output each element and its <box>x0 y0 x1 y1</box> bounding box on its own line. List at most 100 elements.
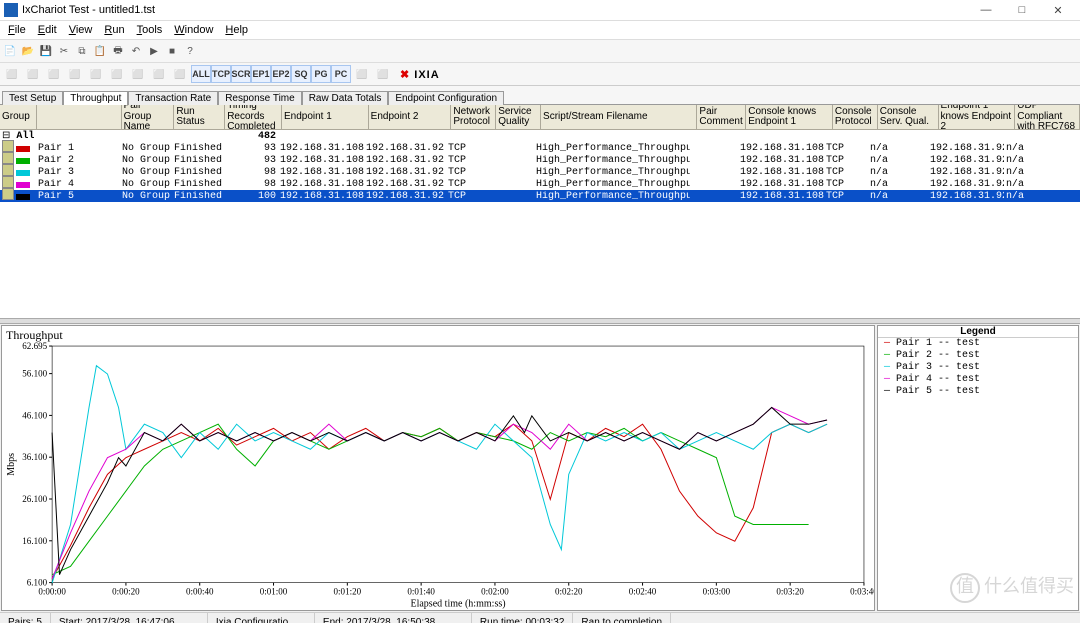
bottom-pane: Throughput 6.10016.10026.10036.10046.100… <box>0 324 1080 612</box>
table-row[interactable]: Pair 2No GroupFinished93192.168.31.10819… <box>0 154 1080 166</box>
status-start: Start: 2017/3/28, 16:47:06 <box>51 613 208 623</box>
table-row[interactable]: Pair 5No GroupFinished100192.168.31.1081… <box>0 190 1080 202</box>
svg-text:0:00:40: 0:00:40 <box>186 587 214 597</box>
legend-title: Legend <box>878 326 1078 338</box>
chart-area[interactable]: Throughput 6.10016.10026.10036.10046.100… <box>1 325 875 611</box>
tool-icon[interactable]: ⬜ <box>373 65 393 83</box>
filter-ep2[interactable]: EP2 <box>271 65 291 83</box>
tool-icon[interactable]: ⬜ <box>44 65 64 83</box>
tool-icon[interactable]: ⬜ <box>170 65 190 83</box>
toolbar-primary: 📄 📂 💾 ✂ ⧉ 📋 🖶 ↶ ▶ ■ ? <box>0 40 1080 63</box>
help-icon[interactable]: ? <box>182 43 198 59</box>
svg-text:0:01:00: 0:01:00 <box>260 587 288 597</box>
tab-raw-data-totals[interactable]: Raw Data Totals <box>302 91 389 105</box>
tool-icon[interactable]: ⬜ <box>23 65 43 83</box>
legend-item: — Pair 2 -- test <box>878 350 1078 362</box>
table-row[interactable]: Pair 1No GroupFinished93192.168.31.10819… <box>0 142 1080 154</box>
col-blank[interactable] <box>37 105 122 129</box>
col-udp[interactable]: UDP Compliant with RFC768 <box>1015 105 1080 129</box>
tool-icon[interactable]: ⬜ <box>149 65 169 83</box>
tab-endpoint-configuration[interactable]: Endpoint Configuration <box>388 91 504 105</box>
col-pairgroup[interactable]: Pair Group Name <box>122 105 175 129</box>
col-ep1[interactable]: Endpoint 1 <box>282 105 369 129</box>
col-timing[interactable]: Timing Records Completed <box>225 105 282 129</box>
svg-text:0:02:00: 0:02:00 <box>481 587 509 597</box>
window-title: IxChariot Test - untitled1.tst <box>22 4 968 16</box>
cut-icon[interactable]: ✂ <box>56 43 72 59</box>
tool-icon[interactable]: ⬜ <box>86 65 106 83</box>
col-ek2[interactable]: Endpoint 1 knows Endpoint 2 <box>939 105 1016 129</box>
tool-icon[interactable]: ⬜ <box>65 65 85 83</box>
tab-response-time[interactable]: Response Time <box>218 91 301 105</box>
filter-tcp[interactable]: TCP <box>211 65 231 83</box>
col-ep2[interactable]: Endpoint 2 <box>369 105 452 129</box>
tool-icon[interactable]: ⬜ <box>352 65 372 83</box>
tool-icon[interactable]: ⬜ <box>107 65 127 83</box>
table-row[interactable]: Pair 4No GroupFinished98192.168.31.10819… <box>0 178 1080 190</box>
open-icon[interactable]: 📂 <box>20 43 36 59</box>
col-runstatus[interactable]: Run Status <box>174 105 225 129</box>
menu-window[interactable]: Window <box>168 24 219 36</box>
tab-throughput[interactable]: Throughput <box>63 91 128 105</box>
grid-header: Group Pair Group Name Run Status Timing … <box>0 105 1080 130</box>
title-bar: IxChariot Test - untitled1.tst — □ ✕ <box>0 0 1080 21</box>
tool-icon[interactable]: ⬜ <box>128 65 148 83</box>
filter-sq[interactable]: SQ <box>291 65 311 83</box>
legend-item: — Pair 3 -- test <box>878 362 1078 374</box>
throughput-chart: 6.10016.10026.10036.10046.10056.10062.69… <box>2 326 874 613</box>
filter-pc[interactable]: PC <box>331 65 351 83</box>
new-icon[interactable]: 📄 <box>2 43 18 59</box>
legend-item: — Pair 5 -- test <box>878 386 1078 398</box>
col-netproto[interactable]: Network Protocol <box>451 105 496 129</box>
tool-icon[interactable]: ⬜ <box>2 65 22 83</box>
col-cproto[interactable]: Console Protocol <box>833 105 878 129</box>
col-script[interactable]: Script/Stream Filename <box>541 105 697 129</box>
svg-text:0:01:40: 0:01:40 <box>407 587 435 597</box>
minimize-button[interactable]: — <box>968 0 1004 20</box>
svg-text:0:02:40: 0:02:40 <box>629 587 657 597</box>
svg-text:0:00:20: 0:00:20 <box>112 587 140 597</box>
menu-run[interactable]: Run <box>98 24 130 36</box>
col-group[interactable]: Group <box>0 105 37 129</box>
svg-text:0:03:20: 0:03:20 <box>776 587 804 597</box>
tab-test-setup[interactable]: Test Setup <box>2 91 63 105</box>
table-row[interactable]: Pair 3No GroupFinished98192.168.31.10819… <box>0 166 1080 178</box>
svg-text:0:00:00: 0:00:00 <box>38 587 66 597</box>
filter-ep1[interactable]: EP1 <box>251 65 271 83</box>
close-button[interactable]: ✕ <box>1040 0 1076 20</box>
stop-icon[interactable]: ■ <box>164 43 180 59</box>
save-icon[interactable]: 💾 <box>38 43 54 59</box>
svg-text:46.100: 46.100 <box>22 410 47 420</box>
filter-all[interactable]: ALL <box>191 65 211 83</box>
menu-edit[interactable]: Edit <box>32 24 63 36</box>
svg-text:0:01:20: 0:01:20 <box>334 587 362 597</box>
col-servqual[interactable]: Service Quality <box>496 105 541 129</box>
paste-icon[interactable]: 📋 <box>92 43 108 59</box>
status-config: Ixia Configuratio <box>208 613 315 623</box>
print-icon[interactable]: 🖶 <box>110 43 126 59</box>
svg-text:56.100: 56.100 <box>22 369 47 379</box>
col-comment[interactable]: Pair Comment <box>697 105 746 129</box>
menu-tools[interactable]: Tools <box>131 24 169 36</box>
menu-help[interactable]: Help <box>219 24 254 36</box>
menu-file[interactable]: File <box>2 24 32 36</box>
col-csq[interactable]: Console Serv. Qual. <box>878 105 939 129</box>
view-tabs: Test SetupThroughputTransaction RateResp… <box>0 86 1080 105</box>
tab-transaction-rate[interactable]: Transaction Rate <box>128 91 218 105</box>
svg-text:26.100: 26.100 <box>22 494 47 504</box>
filter-scr[interactable]: SCR <box>231 65 251 83</box>
run-icon[interactable]: ▶ <box>146 43 162 59</box>
grid-body[interactable]: ⊟ All Pairs482Pair 1No GroupFinished9319… <box>0 130 1080 318</box>
legend-box: Legend — Pair 1 -- test— Pair 2 -- test—… <box>877 325 1079 611</box>
toolbar-secondary: ⬜ ⬜ ⬜ ⬜ ⬜ ⬜ ⬜ ⬜ ⬜ ALLTCPSCREP1EP2SQPGPC … <box>0 63 1080 86</box>
brand-logo: ✖ IXIA <box>400 68 440 81</box>
row-allpairs[interactable]: ⊟ All Pairs482 <box>0 130 1080 142</box>
maximize-button[interactable]: □ <box>1004 0 1040 20</box>
menu-view[interactable]: View <box>63 24 99 36</box>
copy-icon[interactable]: ⧉ <box>74 43 90 59</box>
col-cknows1[interactable]: Console knows Endpoint 1 <box>746 105 833 129</box>
undo-icon[interactable]: ↶ <box>128 43 144 59</box>
legend-item: — Pair 4 -- test <box>878 374 1078 386</box>
filter-pg[interactable]: PG <box>311 65 331 83</box>
svg-text:Elapsed time (h:mm:ss): Elapsed time (h:mm:ss) <box>410 599 505 610</box>
